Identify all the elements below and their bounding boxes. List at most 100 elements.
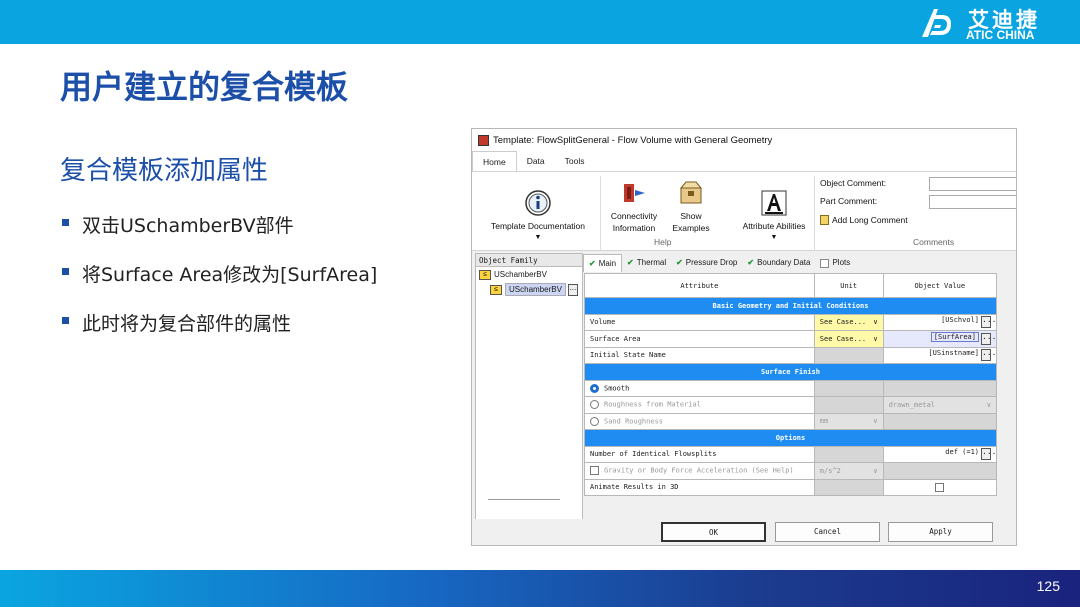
ellipsis-button[interactable]: ... bbox=[981, 349, 995, 362]
check-icon: ✔ bbox=[627, 258, 634, 267]
tab-boundary-data[interactable]: ✔ Boundary Data bbox=[742, 254, 815, 272]
radio-option[interactable]: Roughness from Material bbox=[584, 396, 815, 414]
bullet-item: 双击USchamberBV部件 bbox=[62, 211, 377, 260]
examples-box-icon bbox=[676, 178, 706, 208]
plots-icon bbox=[820, 258, 830, 268]
slide-title: 用户建立的复合模板 bbox=[60, 68, 349, 106]
window-title: Template: FlowSplitGeneral - Flow Volume… bbox=[493, 134, 773, 146]
value-text: [USinstname] bbox=[928, 349, 979, 358]
table-row: Surface Area See Case... ∨ [SurfArea]... bbox=[584, 330, 998, 348]
table-row: Gravity or Body Force Acceleration (See … bbox=[584, 462, 998, 480]
attr-name: Roughness from Material bbox=[604, 400, 701, 409]
page-number: 125 bbox=[1036, 578, 1060, 594]
tree-item-label: USchamberBV bbox=[505, 283, 566, 296]
connectivity-information-button[interactable]: Connectivity Information bbox=[606, 178, 662, 234]
tab-label: Boundary Data bbox=[757, 258, 811, 267]
tree-item-label: USchamberBV bbox=[494, 270, 547, 279]
table-row: Roughness from Material drawn_metal ∨ bbox=[584, 396, 998, 414]
radio-selected[interactable] bbox=[590, 383, 599, 393]
unit-value: See Case... bbox=[819, 334, 867, 343]
chevron-down-icon: ▼ bbox=[534, 234, 542, 241]
radio-unselected[interactable] bbox=[590, 416, 599, 426]
add-long-comment-button[interactable]: Add Long Comment bbox=[820, 215, 908, 225]
section-header: Options bbox=[584, 429, 997, 447]
template-window: Template: FlowSplitGeneral - Flow Volume… bbox=[471, 128, 1017, 546]
dialog-button-bar: OK Cancel Apply bbox=[472, 519, 1016, 545]
bullet-list: 双击USchamberBV部件 将Surface Area修改为[SurfAre… bbox=[62, 211, 377, 358]
info-icon bbox=[523, 188, 553, 218]
apply-button[interactable]: Apply bbox=[888, 522, 993, 542]
animate-checkbox[interactable] bbox=[935, 482, 945, 492]
checkbox[interactable] bbox=[590, 466, 599, 476]
bullet-marker bbox=[62, 268, 69, 275]
object-family-header: Object Family bbox=[476, 254, 582, 267]
radio-unselected[interactable] bbox=[590, 400, 599, 410]
value-cell[interactable]: def (=1)... bbox=[882, 445, 998, 463]
brand-name-en: ATIC CHINA bbox=[966, 28, 1035, 42]
part-comment-field[interactable] bbox=[929, 195, 1016, 209]
object-comment-field[interactable] bbox=[929, 177, 1016, 191]
tab-label: Plots bbox=[832, 258, 851, 267]
table-row: Sand Roughness mm ∨ bbox=[584, 412, 998, 430]
ellipsis-button[interactable]: ... bbox=[981, 448, 995, 461]
attribute-a-icon bbox=[759, 188, 789, 218]
template-documentation-button[interactable]: Template Documentation ▼ bbox=[480, 188, 596, 244]
attribute-abilities-button[interactable]: Attribute Abilities ▼ bbox=[730, 188, 818, 244]
value-cell[interactable]: [USchvol]... bbox=[882, 313, 998, 331]
ribbon-separator bbox=[814, 176, 815, 250]
chevron-down-icon: ∨ bbox=[986, 400, 991, 409]
section-header: Basic Geometry and Initial Conditions bbox=[584, 297, 997, 315]
ellipsis-button[interactable]: ... bbox=[981, 333, 995, 346]
attr-name: Number of Identical Flowsplits bbox=[584, 445, 815, 463]
ellipsis-button[interactable]: ... bbox=[981, 316, 995, 329]
ellipsis-button[interactable]: ... bbox=[567, 283, 578, 296]
tab-label: Pressure Drop bbox=[685, 258, 738, 267]
bullet-marker bbox=[62, 317, 69, 324]
tab-tools[interactable]: Tools bbox=[555, 151, 595, 171]
tab-home[interactable]: Home bbox=[472, 151, 517, 171]
ribbon-tabs: Home Data Tools bbox=[472, 151, 1016, 171]
ok-button[interactable]: OK bbox=[661, 522, 766, 542]
object-family-pane: Object Family ≤ USchamberBV ≤ USchamberB… bbox=[475, 253, 583, 521]
tab-main[interactable]: ✔ Main bbox=[583, 254, 623, 272]
radio-option[interactable]: Sand Roughness bbox=[584, 412, 815, 430]
unit-select[interactable]: See Case... ∨ bbox=[813, 330, 884, 348]
tab-pressure-drop[interactable]: ✔ Pressure Drop bbox=[671, 254, 742, 272]
connectivity-label-2: Information bbox=[612, 223, 656, 233]
attr-name: Sand Roughness bbox=[604, 417, 664, 426]
check-icon: ✔ bbox=[747, 258, 755, 267]
tab-thermal[interactable]: ✔ Thermal bbox=[622, 254, 671, 272]
unit-select[interactable]: m/s^2 ∨ bbox=[813, 462, 884, 480]
pane-divider bbox=[488, 499, 560, 500]
unit-cell bbox=[813, 379, 884, 397]
value-cell-selected[interactable]: [SurfArea]... bbox=[882, 330, 998, 348]
show-examples-button[interactable]: Show Examples bbox=[668, 178, 714, 234]
tree-item-family[interactable]: ≤ USchamberBV bbox=[476, 267, 582, 282]
value-cell bbox=[882, 478, 998, 496]
attribute-pane: ✔ Main ✔ Thermal ✔ Pressure Drop ✔ Boundary … bbox=[583, 253, 1016, 521]
tree-item-selected[interactable]: ≤ USchamberBV ... bbox=[476, 282, 582, 297]
header-bar: 艾迪捷 ATIC CHINA bbox=[0, 0, 1080, 44]
attr-name: Gravity or Body Force Acceleration (See … bbox=[604, 466, 794, 475]
value-cell[interactable]: [USinstname]... bbox=[882, 346, 998, 364]
check-icon: ✔ bbox=[676, 258, 683, 267]
unit-select[interactable]: See Case... ∨ bbox=[813, 313, 884, 331]
unit-value: m/s^2 bbox=[819, 466, 841, 475]
bullet-text: 双击USchamberBV部件 bbox=[82, 215, 294, 237]
chevron-down-icon: ∨ bbox=[873, 318, 878, 327]
value-text: [USchvol] bbox=[941, 316, 979, 325]
radio-option[interactable]: Smooth bbox=[584, 379, 815, 397]
unit-cell bbox=[813, 396, 884, 414]
checkbox-option[interactable]: Gravity or Body Force Acceleration (See … bbox=[584, 462, 815, 480]
object-comment-label: Object Comment: bbox=[820, 178, 887, 188]
unit-select[interactable]: mm ∨ bbox=[813, 412, 884, 430]
unit-value: mm bbox=[819, 417, 829, 426]
attr-name: Volume bbox=[584, 313, 815, 331]
tab-plots[interactable]: Plots bbox=[815, 254, 855, 272]
value-cell bbox=[882, 462, 998, 480]
part-icon: ≤ bbox=[490, 284, 502, 295]
tab-data[interactable]: Data bbox=[517, 151, 555, 171]
show-examples-label-1: Show bbox=[680, 211, 702, 221]
cancel-button[interactable]: Cancel bbox=[775, 522, 880, 542]
value-select[interactable]: drawn_metal ∨ bbox=[882, 396, 998, 414]
